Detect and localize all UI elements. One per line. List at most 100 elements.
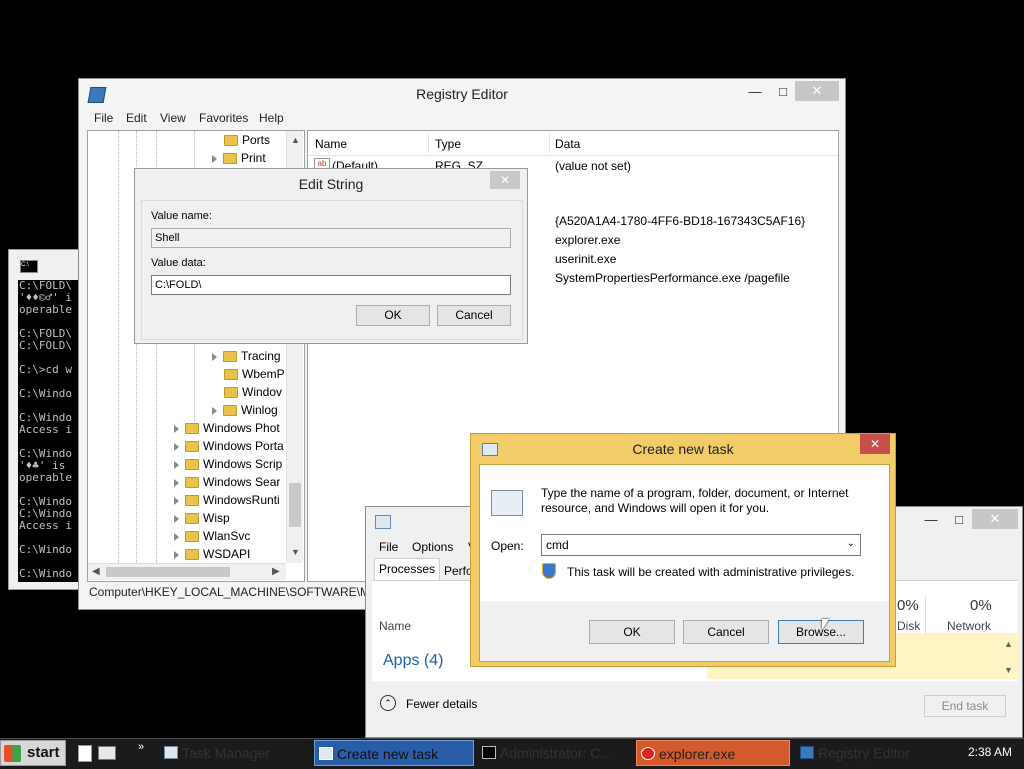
create-task-title: Create new task	[632, 441, 734, 457]
tree-item-label: Windows Sear	[203, 475, 281, 489]
taskbar-item-task-manager[interactable]: Task Manager	[160, 740, 310, 766]
scroll-down-icon[interactable]: ▼	[291, 547, 300, 557]
tree-item[interactable]: Windows Sear	[174, 473, 280, 491]
minimize-button[interactable]: —	[743, 82, 767, 102]
cancel-button[interactable]: Cancel	[683, 620, 769, 644]
value-data: (value not set)	[555, 159, 632, 173]
close-button[interactable]: ✕	[972, 509, 1018, 529]
close-button[interactable]: ✕	[490, 171, 520, 189]
list-scrollbar[interactable]: ▲ ▼	[1000, 637, 1018, 681]
expand-icon[interactable]	[174, 496, 179, 505]
network-percent: 0%	[970, 597, 992, 614]
value-name-field[interactable]: Shell	[151, 228, 511, 248]
close-button[interactable]: ✕	[795, 81, 839, 101]
column-name[interactable]: Name	[379, 619, 411, 633]
task-manager-icon	[164, 746, 178, 759]
maximize-button[interactable]: □	[771, 82, 795, 102]
ok-button[interactable]: OK	[589, 620, 675, 644]
tree-item[interactable]: Windows Phot	[174, 419, 280, 437]
scroll-thumb[interactable]	[289, 483, 301, 527]
tree-item[interactable]: Windov	[224, 383, 282, 401]
tree-item[interactable]: WlanSvc	[174, 527, 250, 545]
expand-icon[interactable]	[174, 478, 179, 487]
tree-item[interactable]: Winlog	[212, 401, 278, 419]
column-name[interactable]: Name	[315, 137, 347, 151]
registry-app-icon	[800, 746, 814, 759]
tree-item[interactable]: Windows Porta	[174, 437, 284, 455]
expand-icon[interactable]	[174, 424, 179, 433]
taskbar-clock[interactable]: 2:38 AM	[960, 745, 1020, 759]
tree-horizontal-scrollbar[interactable]: ◀ ▶	[88, 563, 286, 580]
quicklaunch-overflow-icon[interactable]: »	[138, 741, 144, 753]
taskbar-item-create-new-task[interactable]: Create new task	[314, 740, 474, 766]
create-task-dialog[interactable]: Create new task ✕ Type the name of a pro…	[470, 433, 896, 667]
expand-icon[interactable]	[212, 406, 217, 415]
value-data-field[interactable]: C:\FOLD\	[151, 275, 511, 295]
expand-icon[interactable]	[174, 550, 179, 559]
tree-item-label: Wisp	[203, 511, 230, 525]
maximize-button[interactable]: □	[948, 510, 970, 530]
tree-item[interactable]: Wisp	[174, 509, 230, 527]
tree-item[interactable]: Tracing	[212, 347, 281, 365]
value-name-label: Value name:	[151, 210, 212, 222]
tree-item[interactable]: Windows Scrip	[174, 455, 282, 473]
disk-column[interactable]: Disk	[897, 619, 920, 633]
minimize-button[interactable]: —	[920, 510, 942, 530]
open-combobox[interactable]: cmd ⌄	[541, 534, 861, 556]
tree-item-label: Windows Phot	[203, 421, 280, 435]
network-column[interactable]: Network	[947, 619, 991, 633]
tab-processes[interactable]: Processes	[374, 558, 440, 581]
mouse-pointer	[822, 619, 829, 630]
cancel-button[interactable]: Cancel	[437, 305, 511, 326]
scroll-right-icon[interactable]: ▶	[272, 566, 280, 577]
menu-favorites[interactable]: Favorites	[199, 111, 248, 125]
browse-button[interactable]: Browse...	[778, 620, 864, 644]
scroll-up-icon[interactable]: ▲	[291, 135, 300, 145]
expand-icon[interactable]	[174, 532, 179, 541]
tree-item-label: Windov	[242, 385, 283, 399]
folder-icon	[185, 423, 199, 435]
folder-icon	[224, 387, 238, 399]
tree-item-label: Print	[241, 151, 266, 165]
apps-group[interactable]: Apps (4)	[383, 652, 443, 670]
scroll-thumb[interactable]	[106, 567, 230, 577]
tree-item-label: Tracing	[241, 349, 281, 363]
taskbar-item-registry-editor[interactable]: Registry Editor	[796, 740, 946, 766]
registry-title: Registry Editor	[416, 86, 508, 102]
menu-file[interactable]: File	[379, 540, 398, 554]
expand-icon[interactable]	[212, 154, 217, 163]
tree-item-label: Winlog	[241, 403, 278, 417]
tree-item[interactable]: WSDAPI	[174, 545, 250, 563]
taskbar-item-explorer[interactable]: explorer.exe	[636, 740, 790, 766]
tree-item[interactable]: WindowsRunti	[174, 491, 280, 509]
expand-icon[interactable]	[174, 460, 179, 469]
console-icon: C:\	[20, 260, 38, 273]
end-task-button[interactable]: End task	[924, 695, 1006, 717]
expand-icon[interactable]	[174, 442, 179, 451]
menu-help[interactable]: Help	[259, 111, 284, 125]
tree-item[interactable]: WbemP	[224, 365, 285, 383]
scroll-down-icon[interactable]: ▼	[1004, 665, 1013, 675]
column-data[interactable]: Data	[555, 137, 580, 151]
column-type[interactable]: Type	[435, 137, 461, 151]
ok-button[interactable]: OK	[356, 305, 430, 326]
menu-options[interactable]: Options	[412, 540, 453, 554]
explorer-quicklaunch-icon[interactable]	[98, 746, 116, 760]
taskbar-item-administrator[interactable]: Administrator: C...	[478, 740, 632, 766]
expand-icon[interactable]	[212, 352, 217, 361]
tree-item[interactable]: Print	[212, 149, 266, 167]
menu-view[interactable]: View	[160, 111, 186, 125]
close-button[interactable]: ✕	[860, 434, 890, 454]
folder-icon	[185, 441, 199, 453]
show-desktop-icon[interactable]	[78, 745, 92, 762]
menu-file[interactable]: File	[94, 111, 113, 125]
scroll-left-icon[interactable]: ◀	[92, 566, 100, 577]
tree-item[interactable]: Ports	[224, 131, 270, 149]
edit-string-dialog[interactable]: Edit String ✕ Value name: Shell Value da…	[134, 168, 528, 344]
scroll-up-icon[interactable]: ▲	[1004, 639, 1013, 649]
expand-icon[interactable]	[174, 514, 179, 523]
menu-edit[interactable]: Edit	[126, 111, 147, 125]
start-button[interactable]: start	[0, 740, 66, 766]
tree-item-label: Windows Scrip	[203, 457, 283, 471]
chevron-down-icon[interactable]: ⌄	[847, 538, 855, 549]
